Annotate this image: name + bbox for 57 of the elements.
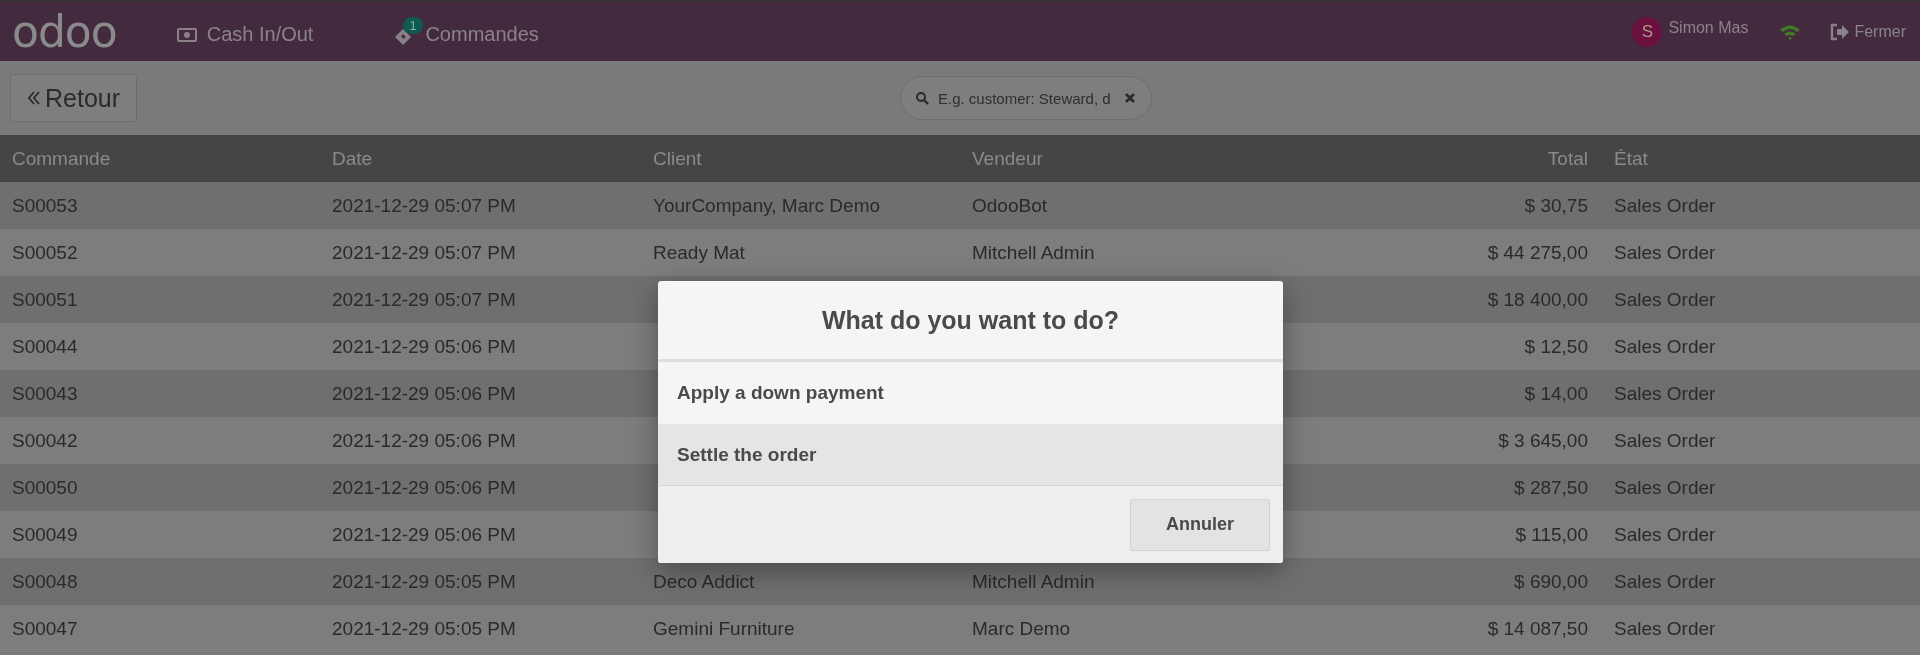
table-cell: Mitchell Admin bbox=[972, 241, 1095, 263]
table-cell-text: 2021-12-29 05:05 PM bbox=[332, 617, 517, 640]
table-cell: Sales Order bbox=[1614, 523, 1716, 546]
table-cell-text: 2021-12-29 05:07 PM bbox=[332, 194, 517, 217]
table-cell-text: S00053 bbox=[11, 194, 79, 217]
table-cell: Deco Addict bbox=[653, 570, 755, 592]
table-cell: OdooBot bbox=[972, 194, 1047, 216]
column-header: État bbox=[1614, 147, 1648, 170]
user-name: Simon Mas bbox=[1668, 18, 1749, 37]
table-cell: YourCompany, Marc Demo bbox=[653, 194, 881, 216]
table-cell: Ready Mat bbox=[653, 241, 745, 263]
table-cell: Sales Order bbox=[1614, 476, 1716, 499]
table-cell: Sales Order bbox=[1614, 382, 1716, 405]
table-cell-text: 2021-12-29 05:07 PM bbox=[332, 288, 517, 311]
table-cell-text: 2021-12-29 05:06 PM bbox=[332, 476, 517, 499]
table-cell: Marc Demo bbox=[972, 617, 1071, 639]
count-badge: 1 bbox=[403, 16, 423, 34]
table-cell-text: S00052 bbox=[11, 241, 79, 264]
table-cell: Sales Order bbox=[1614, 288, 1716, 311]
table-cell-text: 2021-12-29 05:06 PM bbox=[332, 335, 517, 358]
table-cell-text: S00048 bbox=[11, 570, 79, 593]
table-cell-text: 2021-12-29 05:07 PM bbox=[332, 241, 517, 264]
table-cell-text: S00047 bbox=[11, 617, 79, 640]
user-avatar: S bbox=[1632, 16, 1663, 47]
table-cell-text: S00049 bbox=[11, 523, 79, 546]
table-cell: Sales Order bbox=[1614, 429, 1716, 452]
table-cell-text: S00051 bbox=[11, 288, 79, 311]
table-cell-text: 2021-12-29 05:06 PM bbox=[332, 429, 517, 452]
table-cell-text: S00044 bbox=[11, 335, 79, 358]
column-header: Client bbox=[653, 147, 703, 170]
column-header: Vendeur bbox=[972, 147, 1044, 170]
table-cell-text: 2021-12-29 05:06 PM bbox=[332, 523, 517, 546]
table-cell-text: $ 690,00 bbox=[1513, 570, 1588, 593]
table-cell: Sales Order bbox=[1614, 335, 1716, 358]
table-cell-text: S00043 bbox=[11, 382, 79, 405]
table-cell-text: $ 44 275,00 bbox=[1486, 241, 1588, 264]
table-cell: Sales Order bbox=[1614, 570, 1716, 593]
table-cell: Mitchell Admin bbox=[972, 570, 1095, 592]
table-cell-text: S00042 bbox=[11, 429, 79, 452]
table-cell-text: $ 18 400,00 bbox=[1486, 288, 1588, 311]
table-cell: Sales Order bbox=[1614, 617, 1716, 640]
column-header: Date bbox=[332, 147, 374, 170]
table-cell-text: 2021-12-29 05:05 PM bbox=[332, 570, 517, 593]
table-cell-text: $ 3 645,00 bbox=[1497, 429, 1588, 452]
table-cell-text: S00050 bbox=[11, 476, 79, 499]
table-cell: Gemini Furniture bbox=[653, 617, 795, 639]
table-cell-text: $ 115,00 bbox=[1514, 523, 1588, 546]
table-cell-text: $ 287,50 bbox=[1513, 476, 1588, 499]
table-cell-text: $ 14,00 bbox=[1523, 382, 1588, 405]
column-header: Commande bbox=[11, 147, 112, 170]
table-cell-text: 2021-12-29 05:06 PM bbox=[332, 382, 517, 405]
column-header: Total bbox=[1546, 147, 1588, 170]
table-cell-text: $ 14 087,50 bbox=[1486, 617, 1588, 640]
table-cell: Sales Order bbox=[1614, 241, 1716, 264]
table-cell-text: $ 12,50 bbox=[1523, 335, 1588, 358]
table-cell: Sales Order bbox=[1614, 194, 1716, 217]
table-cell-text: $ 30,75 bbox=[1523, 194, 1588, 217]
